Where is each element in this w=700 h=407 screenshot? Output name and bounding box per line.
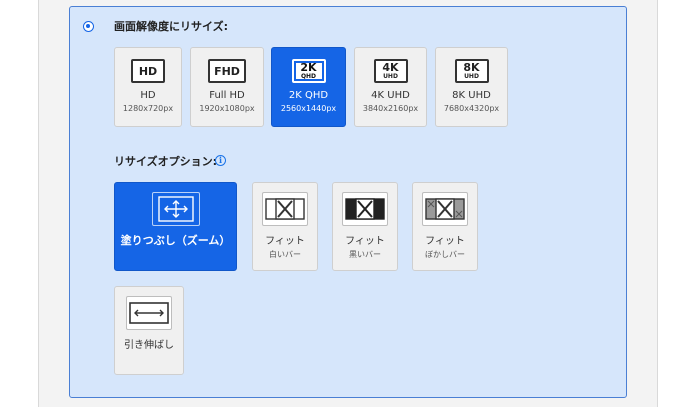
- resolution-label: Full HD: [209, 90, 245, 101]
- resize-to-resolution-title: 画面解像度にリサイズ:: [114, 20, 229, 33]
- resolution-size: 3840x2160px: [362, 104, 419, 113]
- resolution-size: 1920x1080px: [199, 104, 255, 113]
- fhd-badge-icon: FHD: [208, 59, 246, 83]
- resolution-label: 2K QHD: [288, 90, 329, 101]
- resolution-label: HD: [140, 90, 156, 101]
- resize-option-label: 塗りつぶし（ズーム）: [120, 234, 231, 247]
- resolution-card-fhd[interactable]: FHD Full HD 1920x1080px: [190, 47, 264, 127]
- resize-option-label: フィット: [265, 236, 305, 247]
- resolution-card-2k-qhd[interactable]: 2K QHD 2K QHD 2560x1440px: [271, 47, 346, 127]
- resolution-card-hd[interactable]: HD HD 1280x720px: [114, 47, 182, 127]
- resize-option-sub: 白いバー: [269, 250, 301, 259]
- fit-blur-bars-icon: [422, 192, 468, 226]
- resolution-size: 2560x1440px: [280, 104, 337, 113]
- resize-option-fit-blur-bars[interactable]: フィット ぼかしバー: [412, 182, 478, 271]
- fit-white-bars-icon: [262, 192, 308, 226]
- 8k-uhd-badge-icon: 8K UHD: [454, 59, 489, 83]
- resize-option-stretch[interactable]: 引き伸ばし: [114, 286, 184, 375]
- resolution-label: 4K UHD: [371, 90, 410, 101]
- hd-badge-icon: HD: [131, 59, 165, 83]
- resize-option-fit-white-bars[interactable]: フィット 白いバー: [252, 182, 318, 271]
- 4k-uhd-badge-icon: 4K UHD: [373, 59, 408, 83]
- resize-option-sub: ぼかしバー: [425, 250, 465, 259]
- resize-option-fit-black-bars[interactable]: フィット 黒いバー: [332, 182, 398, 271]
- resolution-card-8k-uhd[interactable]: 8K UHD 8K UHD 7680x4320px: [435, 47, 508, 127]
- resize-options-title: リサイズオプション:: [114, 155, 218, 168]
- resize-option-label: フィット: [425, 236, 465, 247]
- resize-option-label: 引き伸ばし: [124, 340, 174, 351]
- resize-option-fill-zoom[interactable]: 塗りつぶし（ズーム）: [114, 182, 237, 271]
- 2k-qhd-badge-icon: 2K QHD: [291, 59, 326, 83]
- resolution-label: 8K UHD: [452, 90, 491, 101]
- info-icon[interactable]: i: [215, 155, 226, 166]
- stretch-icon: [126, 296, 172, 330]
- fill-zoom-icon: [151, 192, 200, 226]
- resize-option-sub: 黒いバー: [349, 250, 381, 259]
- resolution-card-4k-uhd[interactable]: 4K UHD 4K UHD 3840x2160px: [354, 47, 427, 127]
- resolution-size: 7680x4320px: [443, 104, 500, 113]
- resize-option-label: フィット: [345, 236, 385, 247]
- fit-black-bars-icon: [342, 192, 388, 226]
- resize-to-resolution-radio[interactable]: [83, 21, 94, 32]
- resolution-size: 1280x720px: [122, 104, 174, 113]
